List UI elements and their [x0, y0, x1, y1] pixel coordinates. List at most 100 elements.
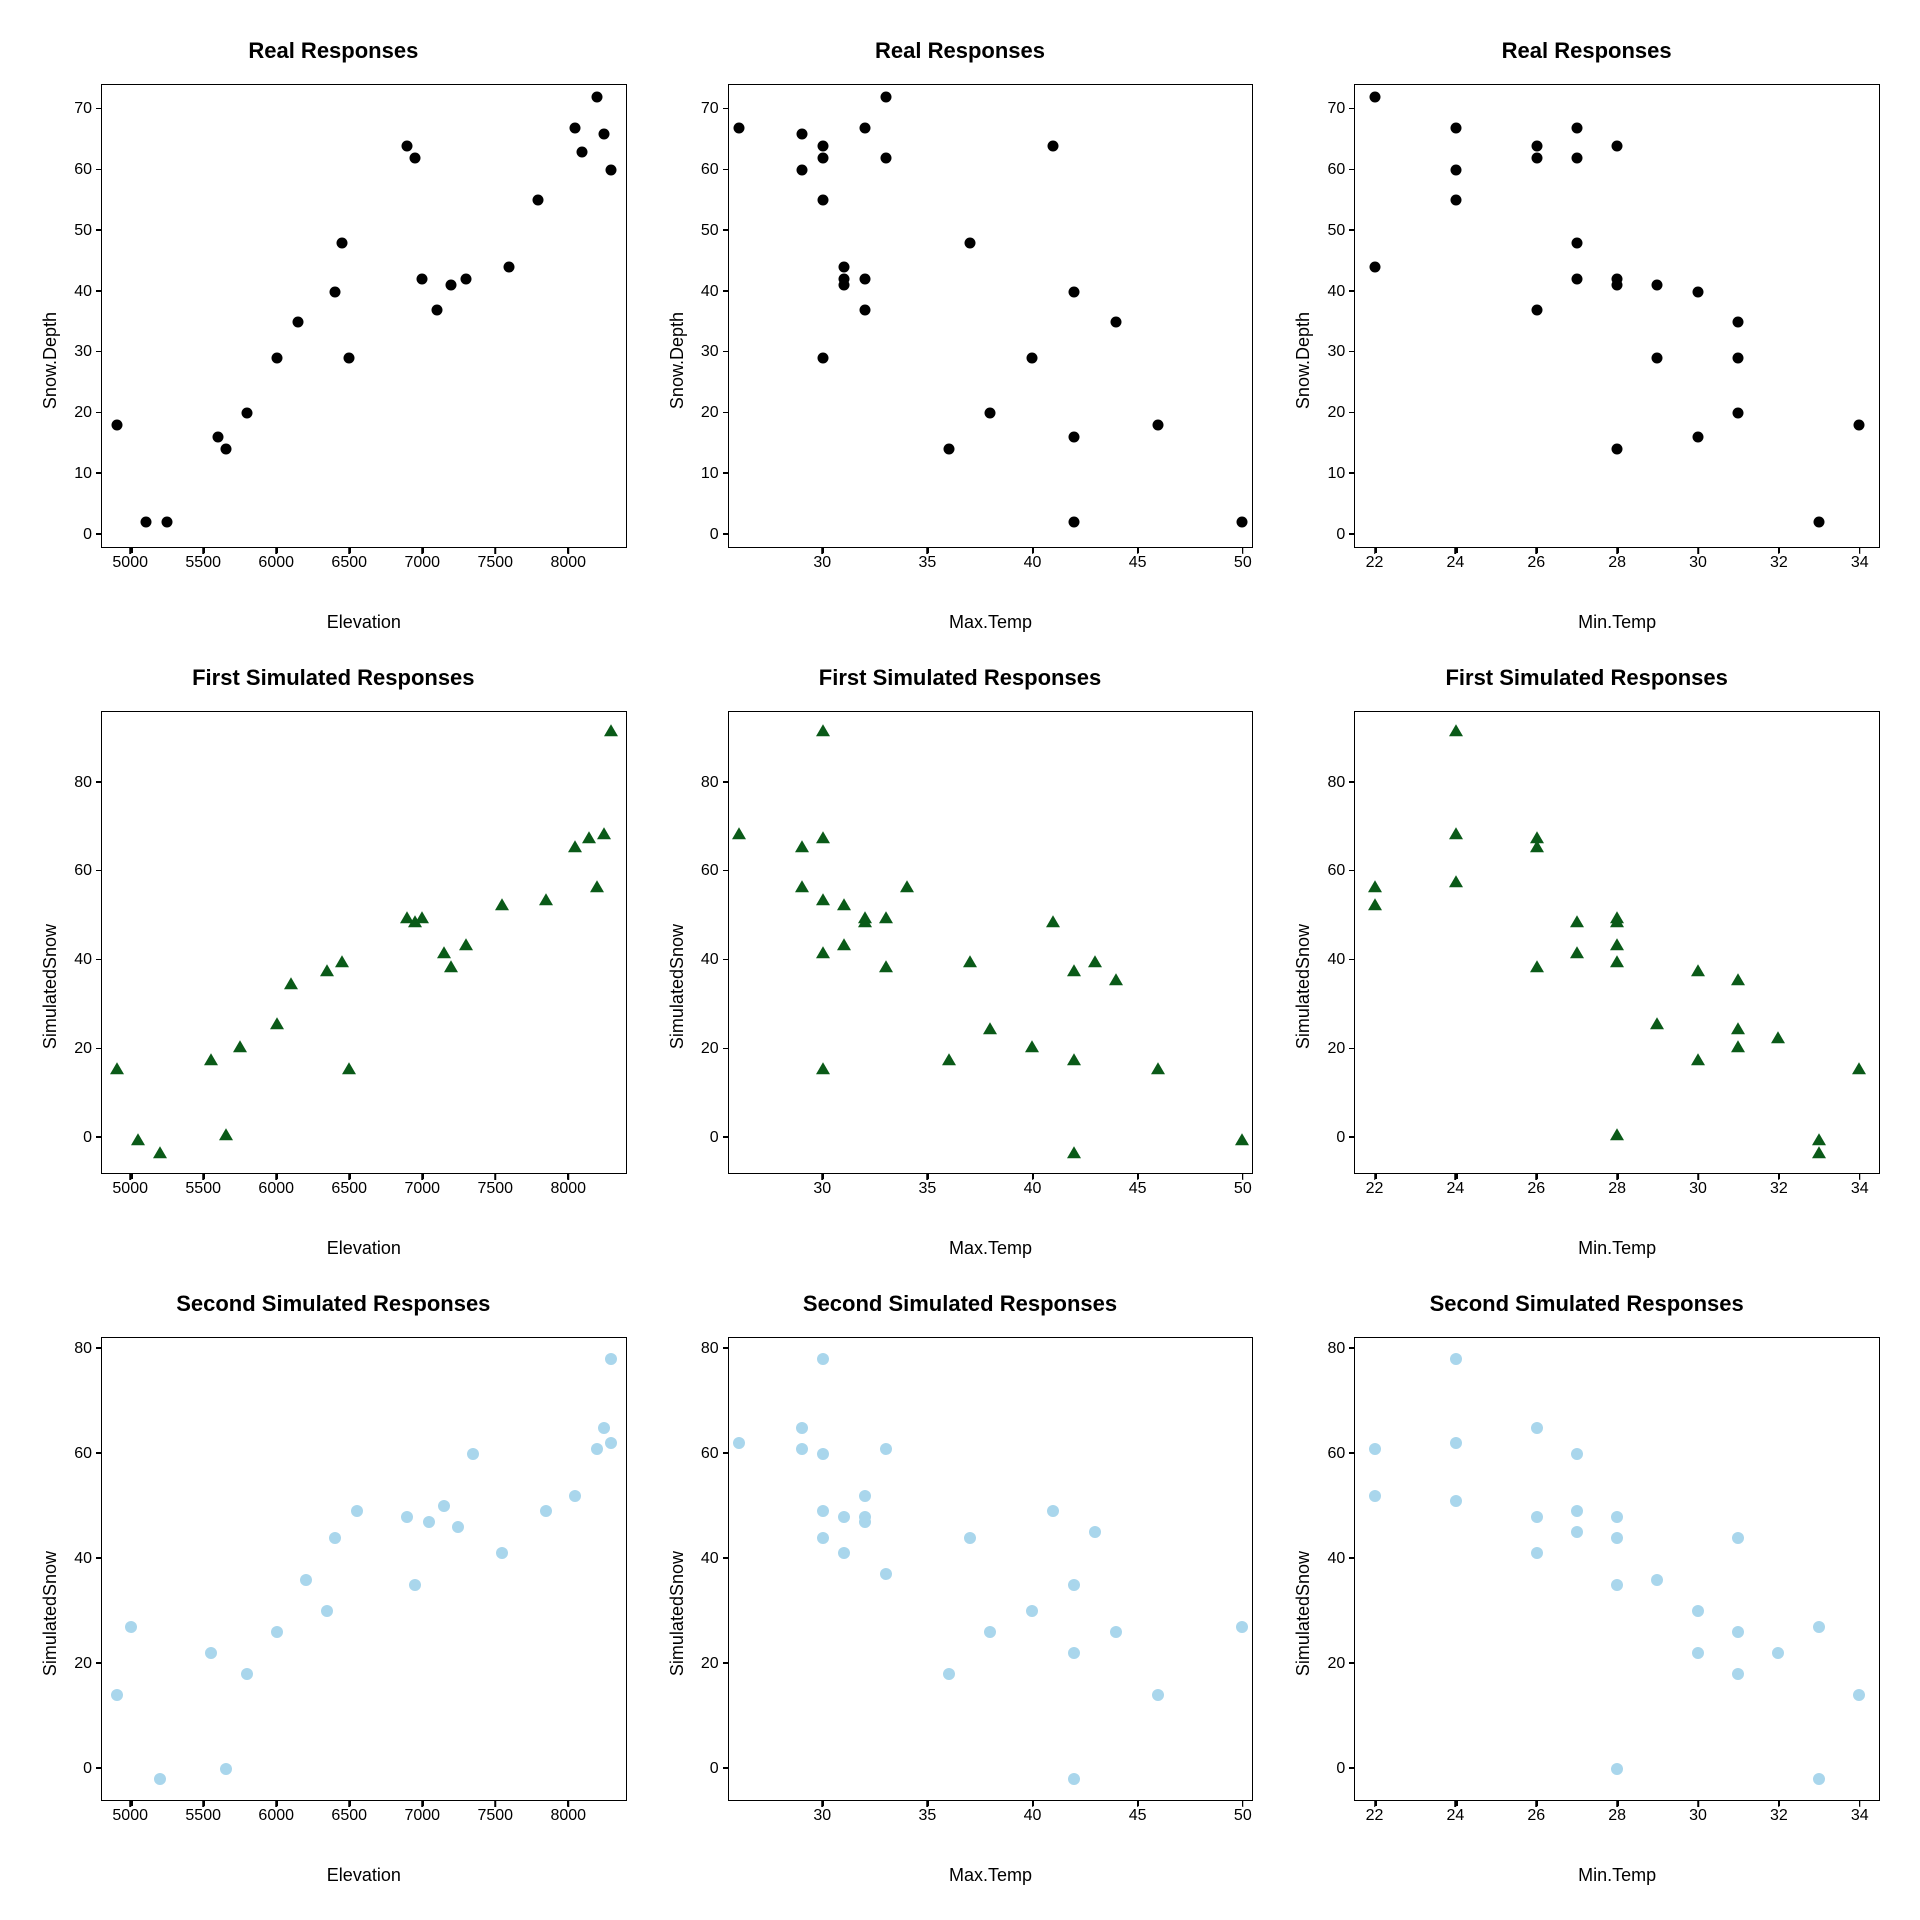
x-tick-label: 26: [1527, 554, 1545, 572]
data-point: [817, 353, 828, 364]
x-axis-label: Min.Temp: [1354, 1238, 1880, 1259]
data-point: [459, 938, 473, 950]
data-point: [859, 274, 870, 285]
data-point: [1449, 725, 1463, 737]
chart-cell-1: Real ResponsesSnow.Depth0102030405060703…: [647, 20, 1274, 647]
data-point: [942, 1053, 956, 1065]
y-tick-label: 60: [701, 862, 729, 880]
data-point: [838, 1547, 850, 1559]
data-point: [402, 140, 413, 151]
y-tick-label: 60: [74, 161, 102, 179]
y-tick-label: 30: [701, 343, 729, 361]
data-point: [733, 1437, 745, 1449]
y-tick-label: 0: [1336, 1129, 1355, 1147]
data-point: [1067, 1146, 1081, 1158]
y-tick-label: 40: [74, 951, 102, 969]
x-tick-label: 30: [813, 554, 831, 572]
data-point: [838, 262, 849, 273]
data-point: [1046, 915, 1060, 927]
y-tick-label: 20: [1328, 1655, 1356, 1673]
plot-area: 010203040506070: [1354, 84, 1880, 548]
chart-title: Real Responses: [1502, 38, 1672, 64]
chart-title: Second Simulated Responses: [176, 1291, 490, 1317]
y-axis-label: SimulatedSnow: [40, 924, 61, 1049]
data-point: [1048, 140, 1059, 151]
data-point: [533, 195, 544, 206]
data-point: [1025, 1040, 1039, 1052]
data-point: [1610, 915, 1624, 927]
y-axis-label: SimulatedSnow: [667, 1551, 688, 1676]
data-point: [300, 1574, 312, 1586]
data-point: [409, 1579, 421, 1591]
data-point: [879, 911, 893, 923]
x-tick-label: 5000: [112, 1180, 148, 1198]
data-point: [859, 1490, 871, 1502]
x-tick-label: 45: [1129, 554, 1147, 572]
data-point: [1530, 960, 1544, 972]
y-tick-label: 40: [701, 283, 729, 301]
x-tick-label: 5500: [185, 554, 221, 572]
data-point: [1692, 286, 1703, 297]
data-point: [204, 1053, 218, 1065]
data-point: [1571, 274, 1582, 285]
x-tick-label: 24: [1447, 554, 1465, 572]
y-tick-label: 0: [83, 526, 102, 544]
y-tick-label: 10: [701, 465, 729, 483]
data-point: [320, 964, 334, 976]
data-point: [1571, 1448, 1583, 1460]
y-tick-label: 40: [1328, 1550, 1356, 1568]
y-tick-label: 70: [1328, 100, 1356, 118]
y-axis-label: Snow.Depth: [1293, 312, 1314, 409]
data-point: [1236, 1621, 1248, 1633]
data-point: [859, 122, 870, 133]
data-point: [964, 1532, 976, 1544]
data-point: [242, 408, 253, 419]
data-point: [1069, 517, 1080, 528]
data-point: [504, 262, 515, 273]
y-tick-label: 10: [1328, 465, 1356, 483]
x-axis-label: Max.Temp: [728, 1238, 1254, 1259]
data-point: [1612, 140, 1623, 151]
x-tick-label: 7500: [477, 1807, 513, 1825]
y-axis-label: SimulatedSnow: [667, 924, 688, 1049]
data-point: [241, 1668, 253, 1680]
data-point: [1691, 964, 1705, 976]
x-ticks: 3035404550: [728, 1174, 1254, 1198]
y-tick-label: 80: [701, 1340, 729, 1358]
data-point: [1732, 1532, 1744, 1544]
x-tick-label: 8000: [550, 1807, 586, 1825]
x-tick-label: 30: [813, 1180, 831, 1198]
data-point: [795, 840, 809, 852]
x-tick-label: 40: [1024, 1807, 1042, 1825]
chart-cell-4: First Simulated ResponsesSimulatedSnow02…: [647, 647, 1274, 1274]
data-point: [1368, 880, 1382, 892]
plot-area: 020406080: [1354, 1337, 1880, 1801]
data-point: [817, 1448, 829, 1460]
data-point: [1068, 1773, 1080, 1785]
data-point: [1731, 973, 1745, 985]
y-tick-label: 50: [74, 222, 102, 240]
data-point: [1732, 1668, 1744, 1680]
data-point: [816, 831, 830, 843]
data-point: [1089, 1526, 1101, 1538]
y-tick-label: 60: [1328, 161, 1356, 179]
data-point: [598, 1422, 610, 1434]
data-point: [205, 1647, 217, 1659]
plot-area: 010203040506070: [101, 84, 627, 548]
y-tick-label: 40: [701, 951, 729, 969]
x-tick-label: 22: [1366, 554, 1384, 572]
data-point: [859, 304, 870, 315]
data-point: [1611, 1532, 1623, 1544]
data-point: [1068, 1579, 1080, 1591]
y-tick-label: 40: [74, 1550, 102, 1568]
data-point: [1610, 1129, 1624, 1141]
data-point: [591, 1443, 603, 1455]
data-point: [577, 146, 588, 157]
data-point: [817, 1353, 829, 1365]
y-tick-label: 50: [1328, 222, 1356, 240]
x-tick-label: 6000: [258, 1807, 294, 1825]
y-tick-label: 70: [74, 100, 102, 118]
data-point: [1610, 938, 1624, 950]
chart-title: Second Simulated Responses: [1430, 1291, 1744, 1317]
y-tick-label: 60: [1328, 862, 1356, 880]
